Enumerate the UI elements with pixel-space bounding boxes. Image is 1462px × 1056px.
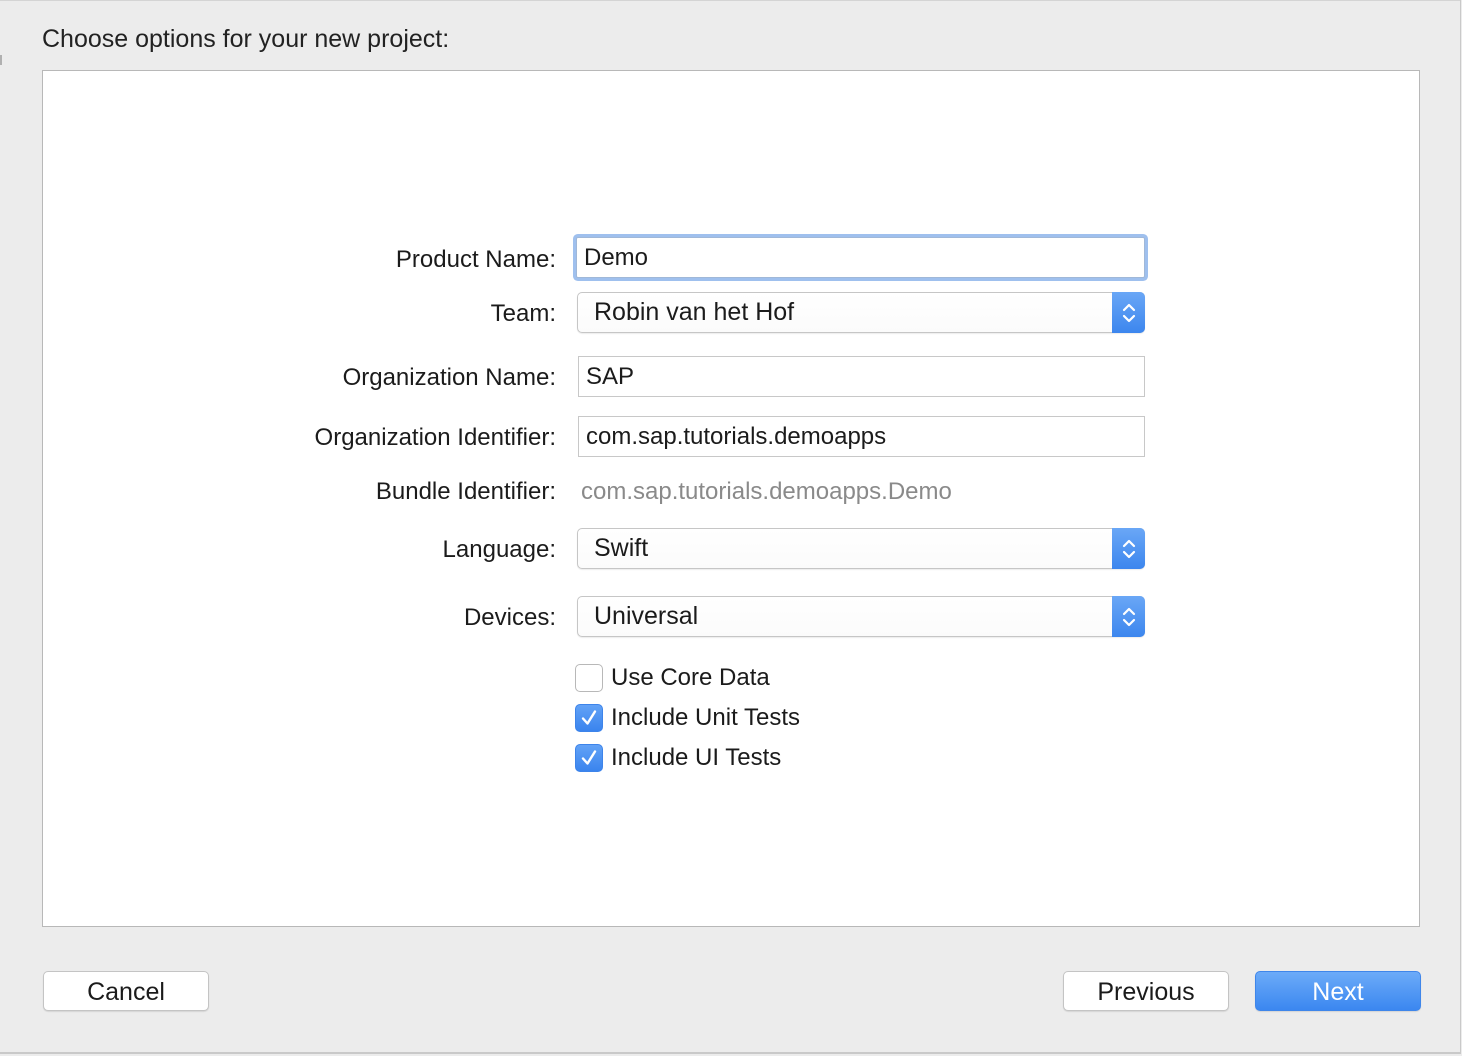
devices-label: Devices: xyxy=(463,604,556,631)
checkmark-icon xyxy=(581,710,597,725)
team-popup[interactable]: Robin van het Hof xyxy=(577,292,1145,333)
top-divider xyxy=(0,0,1460,1)
window-edge-mark xyxy=(0,55,2,65)
organization-identifier-input[interactable]: com.sap.tutorials.demoapps xyxy=(578,416,1145,457)
dialog-heading: Choose options for your new project: xyxy=(42,25,450,53)
bundle-identifier-label: Bundle Identifier: xyxy=(375,478,556,505)
include-ui-tests-checkbox-row[interactable]: Include UI Tests xyxy=(575,743,781,773)
organization-name-label: Organization Name: xyxy=(342,364,556,391)
use-core-data-checkbox[interactable] xyxy=(575,664,603,692)
checkmark-icon xyxy=(581,750,597,765)
include-unit-tests-checkbox-row[interactable]: Include Unit Tests xyxy=(575,703,800,733)
bundle-identifier-value: com.sap.tutorials.demoapps.Demo xyxy=(581,478,952,505)
previous-button[interactable]: Previous xyxy=(1063,971,1229,1011)
organization-identifier-label: Organization Identifier: xyxy=(314,424,556,451)
devices-popup-value: Universal xyxy=(594,602,699,630)
cancel-button[interactable]: Cancel xyxy=(43,971,209,1011)
use-core-data-checkbox-row[interactable]: Use Core Data xyxy=(575,663,770,693)
devices-popup[interactable]: Universal xyxy=(577,596,1145,637)
team-label: Team: xyxy=(490,300,556,327)
language-label: Language: xyxy=(442,536,556,563)
next-button[interactable]: Next xyxy=(1255,971,1421,1011)
language-popup[interactable]: Swift xyxy=(577,528,1145,569)
use-core-data-label: Use Core Data xyxy=(611,664,770,691)
up-down-chevron-icon xyxy=(1112,596,1145,637)
include-ui-tests-label: Include UI Tests xyxy=(611,744,782,771)
include-unit-tests-checkbox[interactable] xyxy=(575,704,603,732)
new-project-dialog: Choose options for your new project: Pro… xyxy=(0,0,1461,1054)
team-popup-value: Robin van het Hof xyxy=(594,298,795,326)
language-popup-value: Swift xyxy=(594,534,649,562)
product-name-label: Product Name: xyxy=(395,246,556,273)
up-down-chevron-icon xyxy=(1112,528,1145,569)
up-down-chevron-icon xyxy=(1112,292,1145,333)
product-name-input[interactable]: Demo xyxy=(576,237,1145,278)
organization-name-input[interactable]: SAP xyxy=(578,356,1145,397)
include-ui-tests-checkbox[interactable] xyxy=(575,744,603,772)
include-unit-tests-label: Include Unit Tests xyxy=(611,704,800,731)
